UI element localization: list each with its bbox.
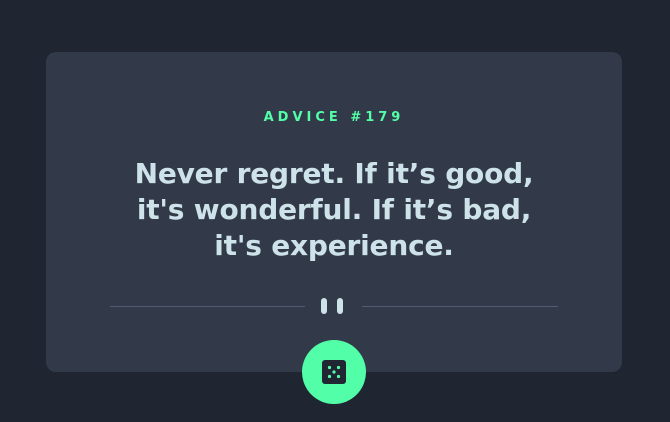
advice-id-label: ADVICE #179 — [263, 110, 405, 125]
advice-quote: Never regret. If it’s good, it's wonderf… — [134, 157, 534, 262]
pause-icon — [321, 298, 347, 314]
divider-line-right — [362, 306, 558, 307]
divider-line-left — [110, 306, 305, 307]
advice-card: ADVICE #179 Never regret. If it’s good, … — [46, 52, 622, 372]
new-advice-button[interactable] — [302, 340, 366, 404]
pattern-divider — [110, 296, 558, 316]
dice-icon — [322, 360, 346, 384]
